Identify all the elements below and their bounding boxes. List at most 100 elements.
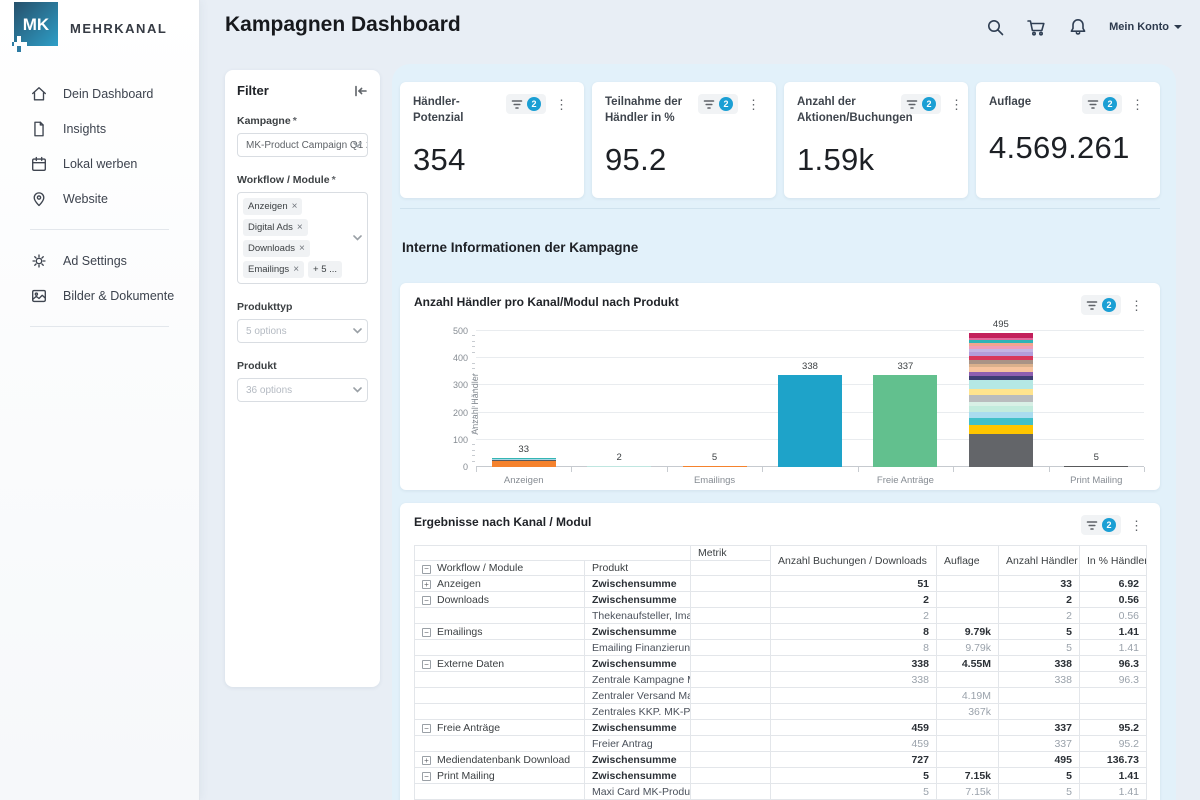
chip-emailings[interactable]: Emailings× bbox=[243, 261, 304, 278]
chip-remove-icon[interactable]: × bbox=[297, 222, 303, 233]
bar-print-mailing[interactable]: 5 bbox=[1064, 466, 1128, 467]
kpi-filter-button[interactable]: 2 bbox=[1082, 94, 1122, 114]
expand-toggle[interactable]: − bbox=[422, 628, 431, 637]
expand-toggle[interactable]: − bbox=[422, 724, 431, 733]
cart-icon[interactable] bbox=[1026, 17, 1047, 37]
value-cell: 2 bbox=[999, 592, 1080, 608]
sidebar-item-insights[interactable]: Insights bbox=[0, 111, 199, 146]
table-kebab-menu-icon[interactable]: ⋮ bbox=[1127, 517, 1146, 534]
collapse-all-toggle[interactable]: − bbox=[422, 565, 431, 574]
expand-toggle[interactable]: − bbox=[422, 596, 431, 605]
bar-freie-antr-ge[interactable]: 337 bbox=[873, 375, 937, 467]
kpi-filter-button[interactable]: 2 bbox=[506, 94, 546, 114]
chart-kebab-menu-icon[interactable]: ⋮ bbox=[1127, 297, 1146, 314]
select-value: 5 options bbox=[246, 326, 287, 337]
value-cell: 338 bbox=[771, 656, 937, 672]
header-product-column[interactable]: Produkt bbox=[585, 561, 691, 576]
kpi-filter-badge: 2 bbox=[719, 97, 733, 111]
group-cell bbox=[415, 736, 585, 752]
metrik-spacer-cell bbox=[691, 784, 771, 800]
header-in-h-ndler[interactable]: In % Händler bbox=[1080, 546, 1147, 576]
collapse-panel-icon[interactable] bbox=[353, 84, 368, 98]
sidebar-item-bilder-dokumente[interactable]: Bilder & Dokumente bbox=[0, 278, 199, 313]
value-cell: 7.15k bbox=[937, 768, 999, 784]
value-cell: 5 bbox=[999, 784, 1080, 800]
kpi-value: 1.59k bbox=[797, 142, 955, 178]
bar-anzeigen[interactable]: 33 bbox=[492, 458, 556, 467]
expand-toggle[interactable]: + bbox=[422, 580, 431, 589]
value-cell bbox=[1080, 688, 1147, 704]
chip-downloads[interactable]: Downloads× bbox=[243, 240, 310, 257]
kpi-kebab-menu-icon[interactable]: ⋮ bbox=[947, 96, 966, 113]
brand[interactable]: MK MEHRKANAL bbox=[0, 0, 199, 64]
chip-remove-icon[interactable]: × bbox=[299, 243, 305, 254]
header-anzahl-buchungen-downloads[interactable]: Anzahl Buchungen / Downloads bbox=[771, 546, 937, 576]
filter-select-produkt[interactable]: 36 options bbox=[237, 378, 368, 402]
chip-digital-ads[interactable]: Digital Ads× bbox=[243, 219, 308, 236]
chart-card: Anzahl Händler pro Kanal/Modul nach Prod… bbox=[400, 283, 1160, 490]
expand-toggle[interactable]: + bbox=[422, 756, 431, 765]
value-cell: 8 bbox=[771, 624, 937, 640]
expand-toggle[interactable]: − bbox=[422, 660, 431, 669]
table-row: Maxi Card MK-Product X 03/202657.15k51.4… bbox=[415, 784, 1147, 800]
bar-value-label: 338 bbox=[778, 361, 842, 372]
sidebar-nav: Dein DashboardInsightsLokal werbenWebsit… bbox=[0, 76, 199, 327]
bar-emailings[interactable]: 5 bbox=[683, 466, 747, 467]
chip-more[interactable]: + 5 ... bbox=[308, 261, 342, 278]
product-cell: Zwischensumme bbox=[585, 768, 691, 784]
bar-downloads[interactable]: 2 bbox=[587, 466, 651, 467]
kpi-filter-button[interactable]: 2 bbox=[698, 94, 738, 114]
value-cell: 33 bbox=[999, 576, 1080, 592]
filter-multiselect-workflow-module[interactable]: Anzeigen× Digital Ads× Downloads× Emailings… bbox=[237, 192, 368, 284]
kpi-filter-badge: 2 bbox=[922, 97, 936, 111]
chip-remove-icon[interactable]: × bbox=[293, 264, 299, 275]
product-cell: Maxi Card MK-Product X 03/2026 bbox=[585, 784, 691, 800]
value-cell bbox=[1080, 704, 1147, 720]
value-cell: 727 bbox=[771, 752, 937, 768]
kpi-kebab-menu-icon[interactable]: ⋮ bbox=[552, 96, 571, 113]
group-cell bbox=[415, 688, 585, 704]
kpi-card-h-ndler-potenzial: Händler-Potenzial2⋮354 bbox=[400, 82, 584, 198]
header-group-column[interactable]: −Workflow / Module bbox=[415, 561, 585, 576]
filter-select-produkttyp[interactable]: 5 options bbox=[237, 319, 368, 343]
chevron-down-icon bbox=[353, 142, 362, 148]
chip-label: + 5 ... bbox=[313, 264, 337, 275]
metrik-spacer-cell bbox=[691, 608, 771, 624]
kpi-filter-button[interactable]: 2 bbox=[901, 94, 941, 114]
bar-slot-freie-antr-ge: 337 bbox=[858, 375, 953, 467]
bar-mediendatenbank-download[interactable]: 495 bbox=[969, 333, 1033, 467]
value-cell: 367k bbox=[937, 704, 999, 720]
header-auflage[interactable]: Auflage bbox=[937, 546, 999, 576]
sidebar-divider bbox=[30, 326, 169, 327]
bar-externe-daten[interactable]: 338 bbox=[778, 375, 842, 467]
kpi-kebab-menu-icon[interactable]: ⋮ bbox=[1128, 96, 1147, 113]
chip-remove-icon[interactable]: × bbox=[292, 201, 298, 212]
sidebar-item-lokal-werben[interactable]: Lokal werben bbox=[0, 146, 199, 181]
sidebar-item-dein-dashboard[interactable]: Dein Dashboard bbox=[0, 76, 199, 111]
x-tick bbox=[858, 467, 859, 472]
search-icon[interactable] bbox=[985, 17, 1005, 37]
brand-logo-icon: MK bbox=[12, 0, 72, 60]
chart-filter-button[interactable]: 2 bbox=[1081, 295, 1121, 315]
kpi-kebab-menu-icon[interactable]: ⋮ bbox=[744, 96, 763, 113]
sidebar-item-ad-settings[interactable]: Ad Settings bbox=[0, 243, 199, 278]
account-menu[interactable]: Mein Konto bbox=[1109, 21, 1182, 33]
dashboard-panel: Händler-Potenzial2⋮354Teilnahme der Händ… bbox=[392, 64, 1176, 800]
bell-icon[interactable] bbox=[1068, 17, 1088, 37]
value-cell: 495 bbox=[999, 752, 1080, 768]
chip-anzeigen[interactable]: Anzeigen× bbox=[243, 198, 302, 215]
expand-toggle[interactable]: − bbox=[422, 772, 431, 781]
filter-select-kampagne[interactable]: MK-Product Campaign Q1 2026 bbox=[237, 133, 368, 157]
value-cell: 459 bbox=[771, 736, 937, 752]
results-table: MetrikAnzahl Buchungen / DownloadsAuflag… bbox=[414, 545, 1147, 800]
chevron-down-icon bbox=[353, 387, 362, 393]
value-cell: 9.79k bbox=[937, 624, 999, 640]
metrik-spacer-cell bbox=[691, 672, 771, 688]
select-value: 36 options bbox=[246, 385, 292, 396]
header-anzahl-h-ndler[interactable]: Anzahl Händler bbox=[999, 546, 1080, 576]
table-filter-button[interactable]: 2 bbox=[1081, 515, 1121, 535]
bar-chart: 0100200300400500Anzahl Händler33Anzeigen… bbox=[414, 323, 1146, 491]
sidebar-item-website[interactable]: Website bbox=[0, 181, 199, 216]
filter-title: Filter bbox=[237, 83, 269, 98]
value-cell: 9.79k bbox=[937, 640, 999, 656]
